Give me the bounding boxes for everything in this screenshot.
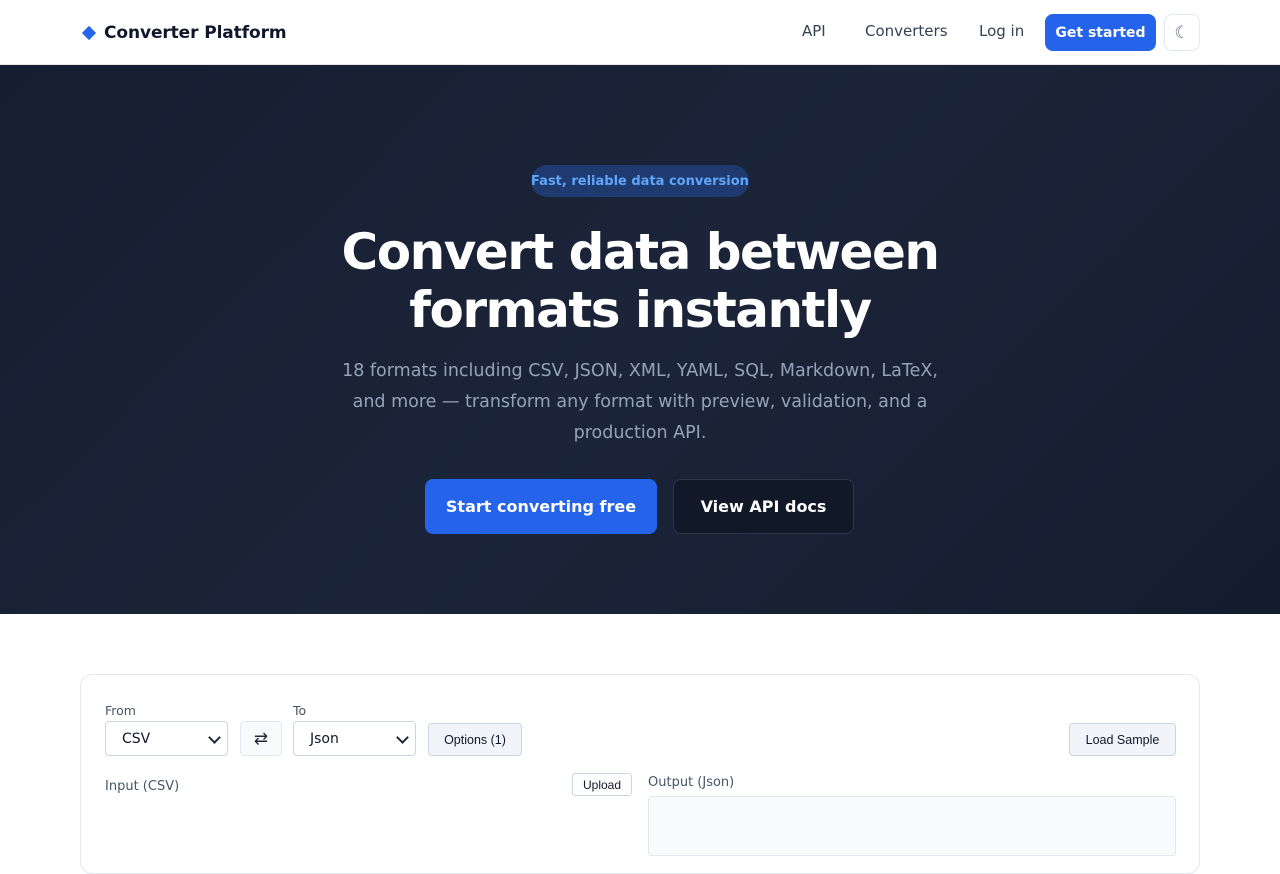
from-label: From [105,703,136,718]
swap-icon: ⇄ [253,728,269,748]
hero-subtitle: 18 formats including CSV, JSON, XML, YAM… [342,361,938,443]
options-button[interactable]: Options (1) [428,723,522,756]
hero-title: Convert data between formats instantly [240,223,1040,339]
view-api-docs-button[interactable]: View API docs [673,479,854,534]
output-textarea[interactable] [648,796,1176,856]
to-format-value: Json [310,730,339,747]
nav-link-converters[interactable]: Converters [865,22,948,40]
hero-title-line-2: formats instantly [409,281,872,339]
output-label: Output (Json) [648,775,735,790]
hero-section: Fast, reliable data conversion Convert d… [0,65,1280,614]
from-format-select[interactable]: CSV [105,721,228,756]
chevron-down-icon [396,731,409,744]
top-navbar: Converter Platform API Converters Log in… [0,0,1280,65]
converter-panel: From CSV ⇄ To Json Options (1) Load Samp… [80,674,1200,874]
to-format-select[interactable]: Json [293,721,416,756]
nav-link-login[interactable]: Log in [979,22,1024,40]
moon-icon: ☾ [1174,22,1190,42]
brand-name: Converter Platform [104,23,287,43]
chevron-down-icon [208,731,221,744]
to-label: To [293,703,307,718]
load-sample-button[interactable]: Load Sample [1069,723,1176,756]
start-converting-button[interactable]: Start converting free [425,479,657,534]
swap-formats-button[interactable]: ⇄ [240,721,282,756]
nav-link-api[interactable]: API [802,22,826,40]
get-started-button[interactable]: Get started [1045,14,1156,51]
theme-toggle-button[interactable]: ☾ [1164,14,1200,51]
input-label: Input (CSV) [105,779,180,794]
hero-title-line-1: Convert data between [341,223,940,281]
brand-logo[interactable]: Converter Platform [81,22,287,44]
upload-button[interactable]: Upload [572,773,632,796]
from-format-value: CSV [122,730,151,747]
diamond-icon [81,25,97,41]
hero-badge: Fast, reliable data conversion [531,165,749,197]
